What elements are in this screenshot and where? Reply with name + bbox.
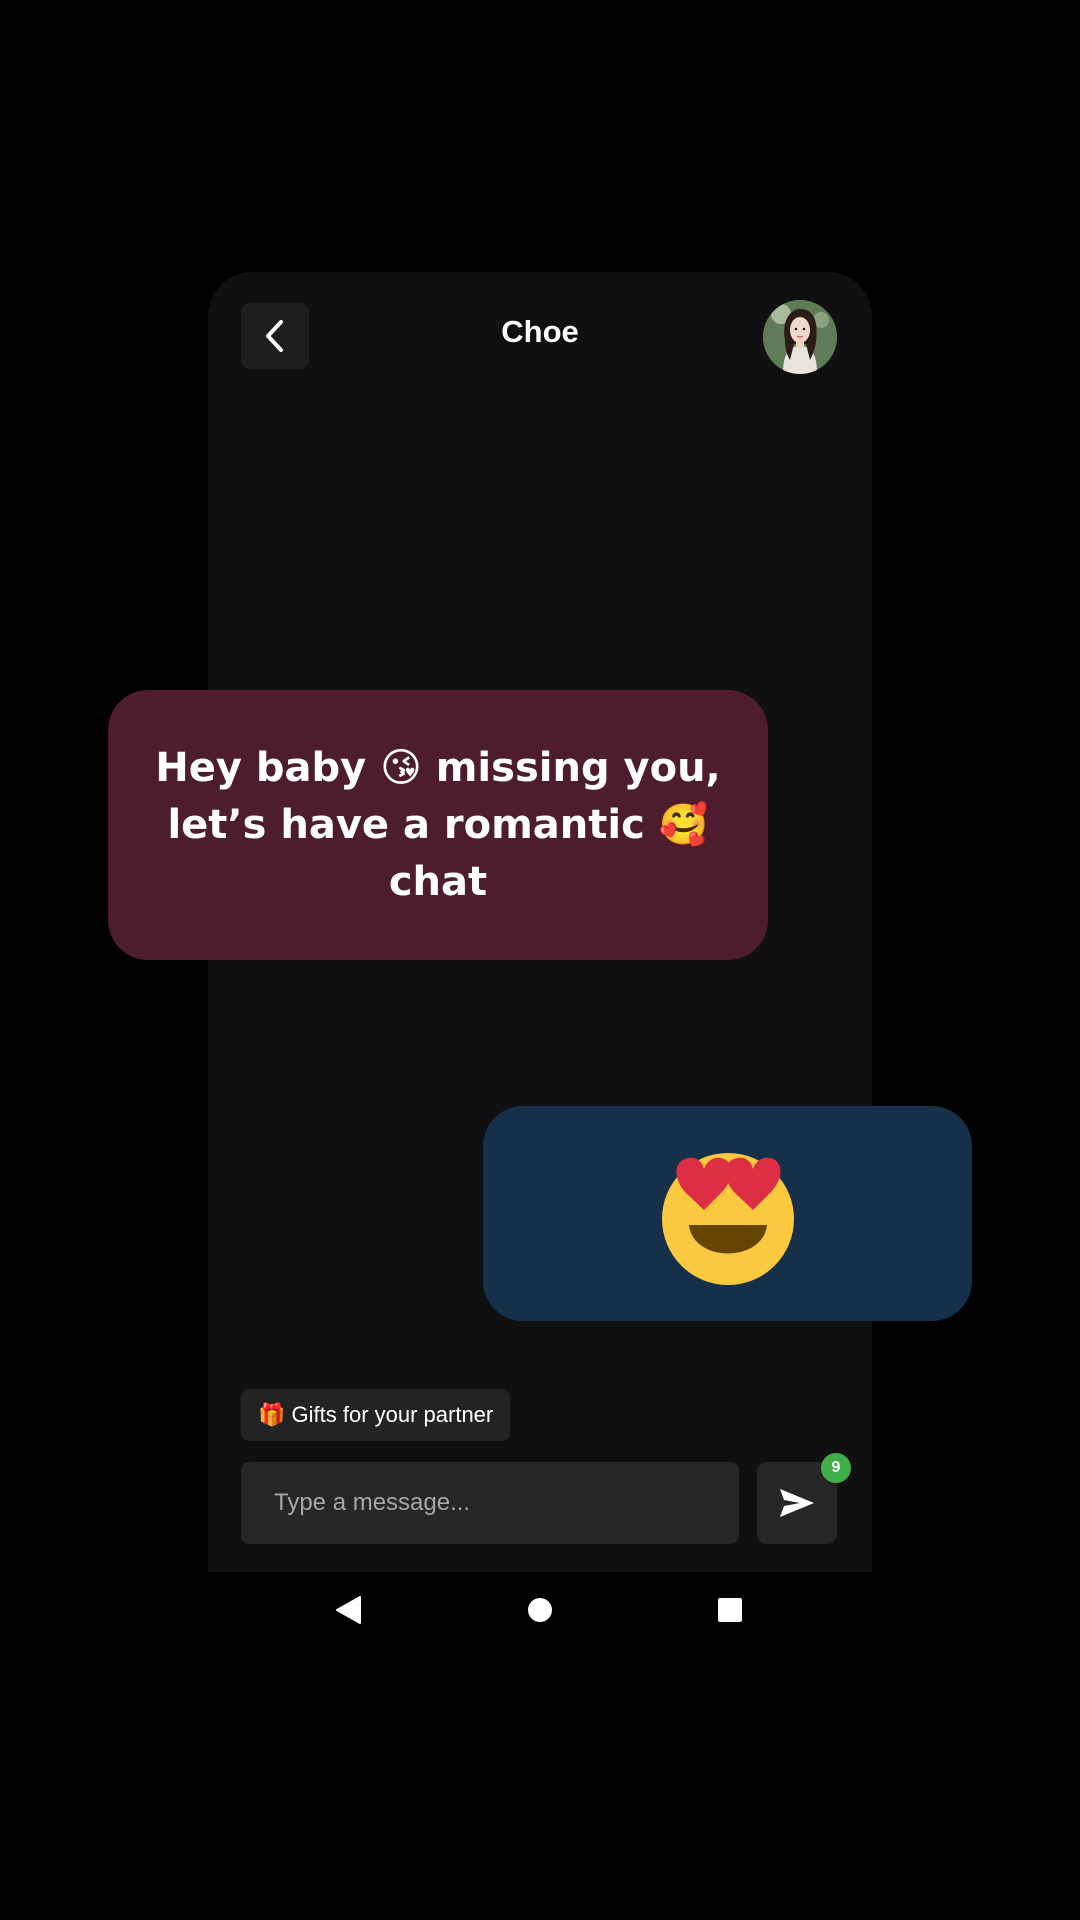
gift-chip-label: 🎁 Gifts for your partner: [258, 1402, 494, 1427]
contact-avatar-photo: [763, 300, 837, 374]
back-triangle-icon: [336, 1595, 361, 1624]
nav-back-button[interactable]: [318, 1572, 378, 1647]
message-input[interactable]: [241, 1462, 739, 1544]
received-message-text: Hey baby 😘 missing you, let’s have a rom…: [155, 744, 721, 905]
smiling-face-with-heart-eyes-icon: [661, 1152, 794, 1285]
app-stage: Choe 🎁 Gifts for your partner Type a mes…: [0, 0, 1080, 1920]
received-message-bubble[interactable]: Hey baby 😘 missing you, let’s have a rom…: [108, 690, 768, 960]
avatar[interactable]: [763, 300, 837, 374]
system-nav-bar: [0, 1572, 1080, 1647]
gifts-chip[interactable]: 🎁 Gifts for your partner: [241, 1389, 511, 1441]
send-icon: [780, 1489, 814, 1517]
sent-message-bubble[interactable]: [483, 1106, 972, 1321]
recents-square-icon: [718, 1597, 742, 1622]
home-circle-icon: [528, 1597, 552, 1622]
nav-recents-button[interactable]: [700, 1572, 760, 1647]
notification-badge: 9: [821, 1453, 851, 1483]
nav-home-button[interactable]: [510, 1572, 570, 1647]
